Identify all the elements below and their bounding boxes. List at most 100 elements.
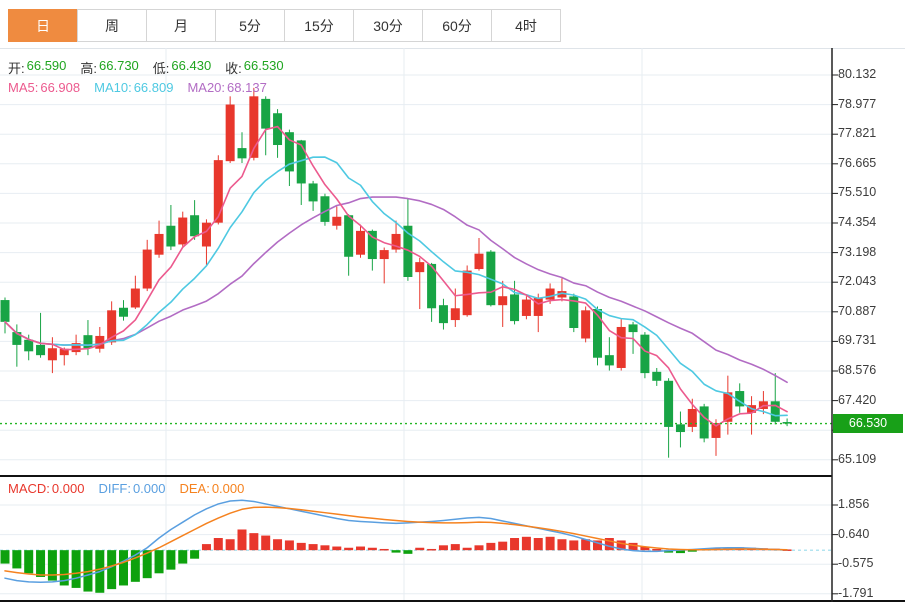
candle-body [546, 289, 555, 300]
price-tick-label: 76.665 [838, 156, 904, 170]
macd-bar [629, 543, 638, 550]
macd-bar [12, 550, 21, 568]
candle-body [24, 340, 33, 352]
price-tick-label: 80.132 [838, 67, 904, 81]
ma10-line [5, 157, 787, 416]
candle-body [522, 300, 531, 316]
price-tick-label: 67.420 [838, 393, 904, 407]
macd-bar [72, 550, 81, 588]
macd-bar [652, 549, 661, 551]
macd-bar [451, 544, 460, 550]
candle-body [131, 289, 140, 308]
candle-body [629, 324, 638, 332]
macd-bar [214, 538, 223, 550]
macd-info: MACD:0.000DIFF:0.000DEA:0.000 [8, 481, 244, 496]
price-tick-label: 72.043 [838, 274, 904, 288]
candle-body [143, 250, 152, 289]
candle-body [617, 327, 626, 368]
macd-bar [320, 545, 329, 550]
candle-body [119, 308, 128, 317]
macd-bar [380, 549, 389, 551]
macd-bar [557, 539, 566, 550]
macd-bar [415, 548, 424, 550]
macd-bar [309, 544, 318, 550]
macd-bar [107, 550, 116, 589]
candle-body [309, 183, 318, 201]
candle-body [640, 335, 649, 373]
macd-bar [178, 550, 187, 563]
candle-body [676, 424, 685, 432]
macd-tick-label: -0.575 [838, 556, 904, 570]
candle-body [380, 250, 389, 259]
macd-bar [238, 529, 247, 550]
candle-body [178, 218, 187, 245]
price-tick-label: 73.198 [838, 245, 904, 259]
price-tick-label: 78.977 [838, 97, 904, 111]
macd-bar [392, 550, 401, 552]
macd-bar [190, 550, 199, 559]
candle-body [332, 217, 341, 226]
macd-bar [297, 543, 306, 550]
candle-body [83, 335, 92, 348]
candle-body [463, 271, 472, 316]
macd-bar [344, 548, 353, 550]
candle-body [214, 160, 223, 223]
macd-bar [48, 550, 57, 580]
macd-macd: MACD:0.000 [8, 481, 84, 496]
candle-body [451, 308, 460, 320]
macd-bar [332, 547, 341, 551]
candle-body [166, 226, 175, 247]
candle-body [510, 294, 519, 321]
kline-chart-window: 日周月5分15分30分60分4时 开:66.590高:66.730低:66.43… [0, 0, 905, 606]
macd-bar [36, 550, 45, 577]
macd-bar [498, 542, 507, 551]
candle-body [415, 262, 424, 272]
macd-bar [166, 550, 175, 569]
candle-body [155, 234, 164, 255]
macd-bar [522, 537, 531, 550]
candle-body [36, 345, 45, 355]
candle-body [700, 406, 709, 438]
price-tick-label: 69.731 [838, 333, 904, 347]
macd-bar [249, 533, 258, 550]
macd-bar [356, 547, 365, 551]
macd-bar [534, 538, 543, 550]
ma-info: MA5:66.908MA10:66.809MA20:68.137 [8, 80, 267, 95]
price-tick-label: 77.821 [838, 126, 904, 140]
macd-bar [202, 544, 211, 550]
macd-bar [1, 550, 10, 563]
candle-body [605, 355, 614, 365]
macd-bar [403, 550, 412, 554]
ma-ma20: MA20:68.137 [187, 80, 266, 95]
macd-bar [226, 539, 235, 550]
candle-body [261, 99, 270, 129]
candle-body [664, 381, 673, 427]
candle-body [48, 348, 57, 360]
macd-bar [155, 550, 164, 573]
candle-body [498, 296, 507, 305]
macd-bar [427, 549, 436, 551]
candle-body [652, 372, 661, 381]
macd-diff: DIFF:0.000 [98, 481, 165, 496]
macd-bar [119, 550, 128, 585]
macd-bar [486, 543, 495, 550]
price-tick-label: 65.109 [838, 452, 904, 466]
macd-tick-label: -1.791 [838, 586, 904, 600]
candle-body [1, 300, 10, 322]
macd-tick-label: 1.856 [838, 497, 904, 511]
ma-ma5: MA5:66.908 [8, 80, 80, 95]
macd-bar [439, 545, 448, 550]
ohlc-open: 开:66.590 [8, 58, 66, 77]
macd-bar [261, 536, 270, 551]
candle-body [475, 254, 484, 269]
candle-body [771, 401, 780, 422]
macd-bar [510, 538, 519, 550]
ohlc-close: 收:66.530 [225, 58, 283, 77]
price-tick-label: 68.576 [838, 363, 904, 377]
macd-bar [285, 540, 294, 550]
candle-body [226, 105, 235, 162]
macd-bar [463, 548, 472, 550]
macd-bar [546, 537, 555, 550]
price-tick-label: 70.887 [838, 304, 904, 318]
ohlc-info: 开:66.590高:66.730低:66.430收:66.530 [8, 58, 284, 77]
